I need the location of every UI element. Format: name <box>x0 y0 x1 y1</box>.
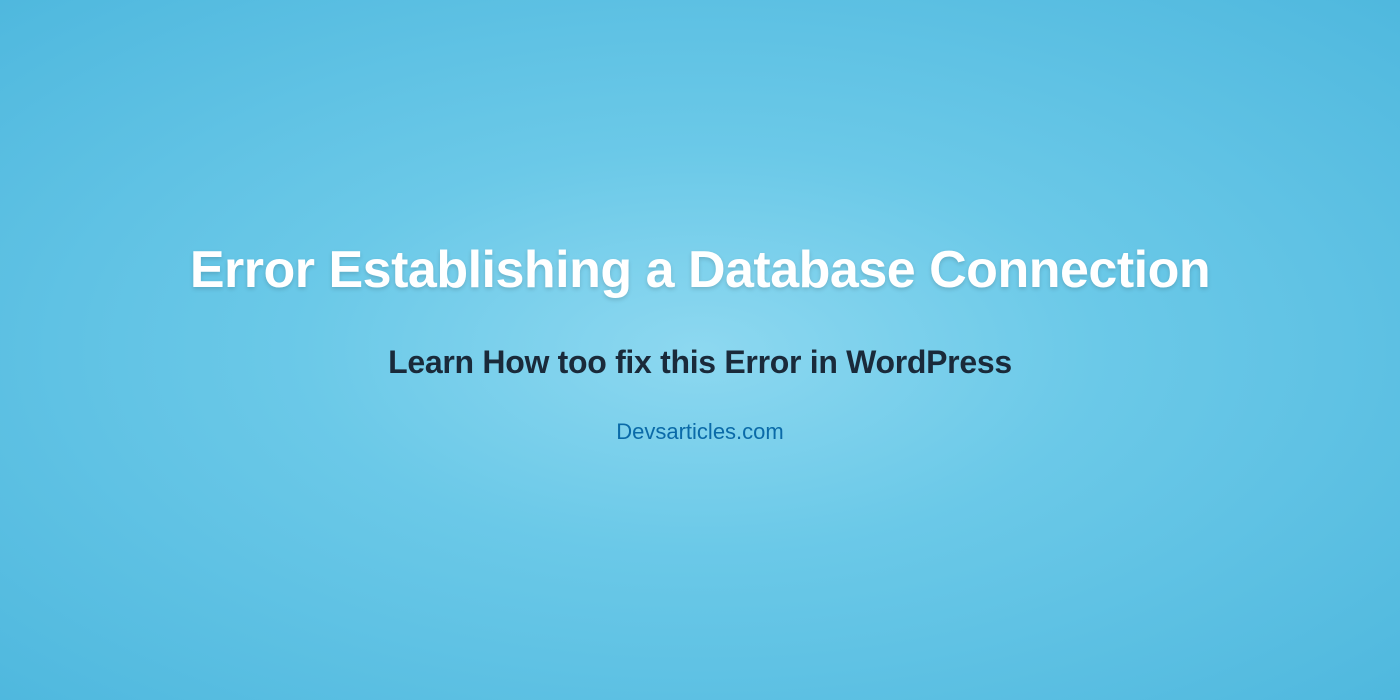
main-title: Error Establishing a Database Connection <box>190 235 1210 305</box>
website-link: Devsarticles.com <box>190 419 1210 445</box>
subtitle: Learn How too fix this Error in WordPres… <box>190 344 1210 381</box>
hero-container: Error Establishing a Database Connection… <box>110 235 1290 444</box>
